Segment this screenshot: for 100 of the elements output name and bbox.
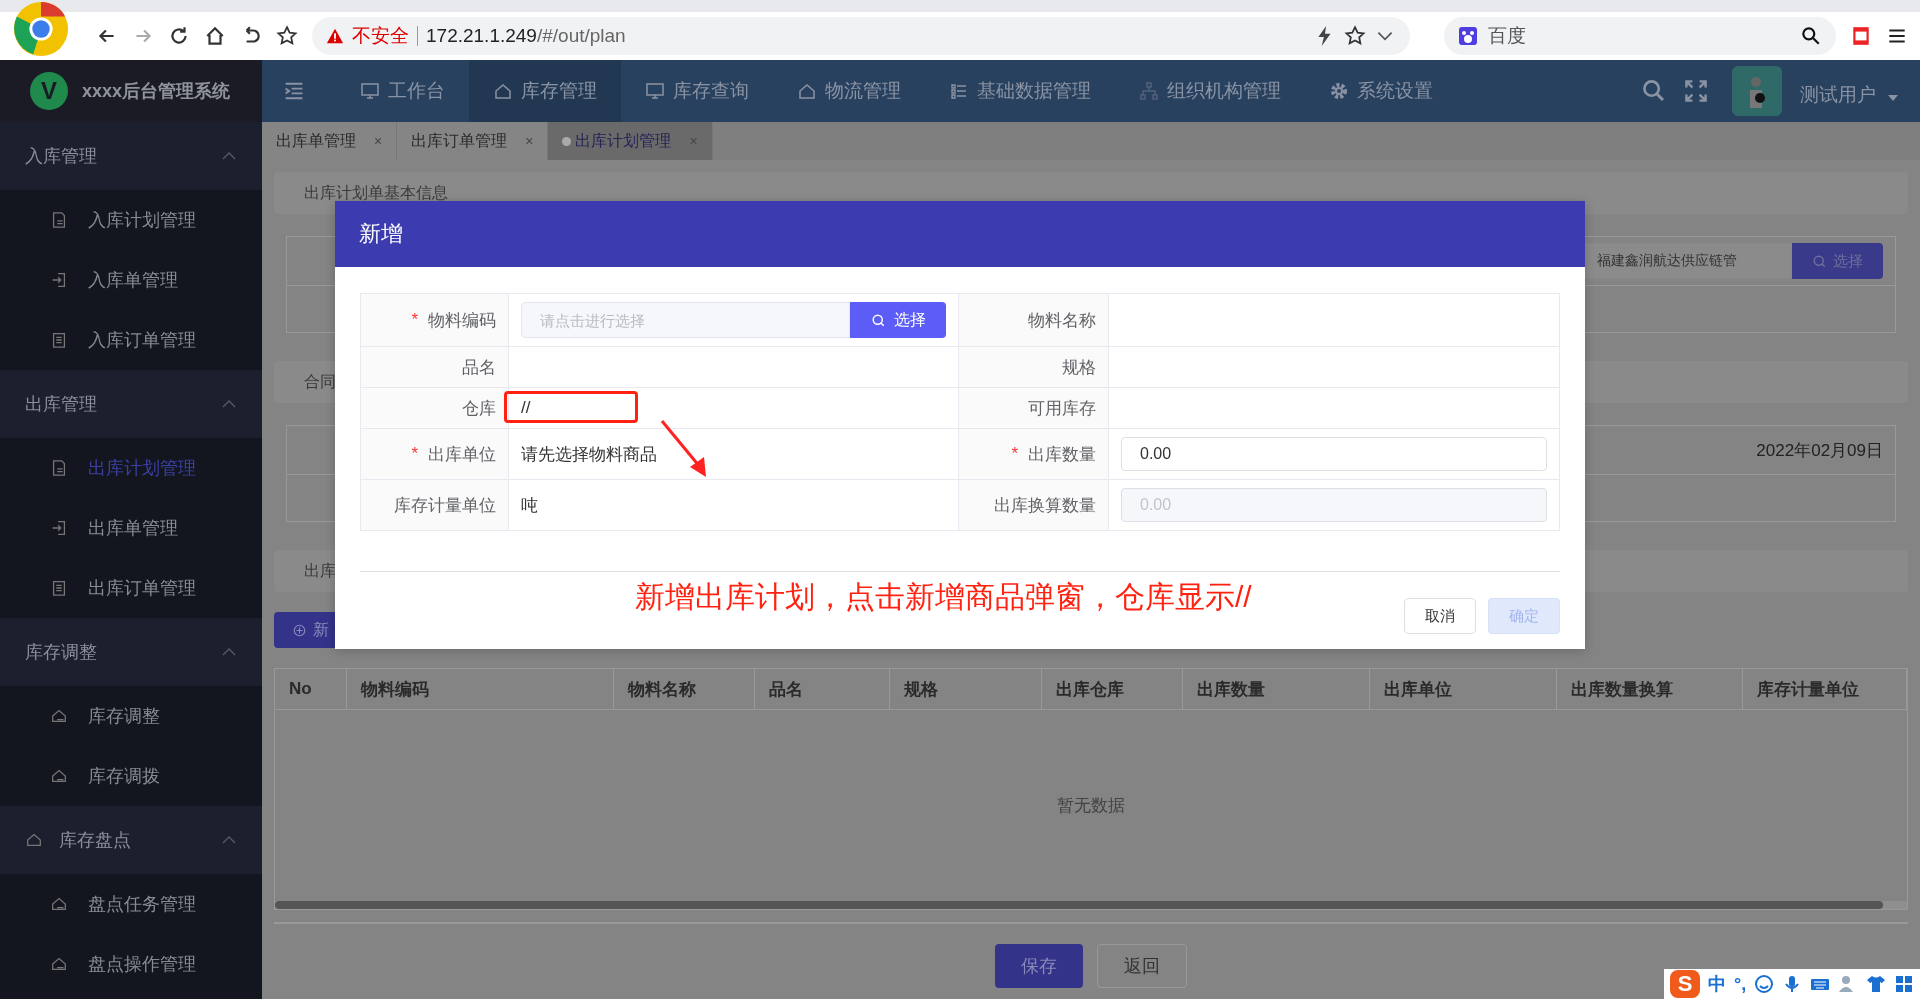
arrow-icon: [660, 420, 706, 477]
search-icon: [1812, 253, 1827, 269]
fullscreen-icon[interactable]: [1684, 79, 1708, 103]
house-icon: [797, 81, 817, 101]
user-name[interactable]: 测试用户: [1800, 82, 1876, 108]
ime-logo[interactable]: S: [1670, 970, 1700, 998]
sidebar-item[interactable]: 入库订单管理: [0, 310, 262, 370]
monitor-icon: [360, 81, 380, 101]
house-icon: [493, 81, 513, 101]
nav-item[interactable]: 工作台: [336, 60, 469, 122]
chevron-up-icon: [222, 400, 236, 408]
scrollbar[interactable]: [275, 901, 1883, 909]
required-mark: *: [1011, 444, 1018, 464]
section-title: 出库计划单基本信息: [304, 182, 448, 203]
settings-icon: [1329, 81, 1349, 101]
field-label: 物料编码: [428, 309, 496, 332]
smiley-icon[interactable]: [1754, 974, 1775, 994]
close-icon[interactable]: ×: [374, 133, 383, 149]
search-field[interactable]: 百度: [1486, 24, 1792, 48]
cancel-button[interactable]: 取消: [1404, 598, 1476, 634]
sidebar-item[interactable]: 盘点操作管理: [0, 934, 262, 994]
column-header: 品名: [754, 669, 891, 709]
section-title: 合同: [304, 371, 336, 392]
search-bar[interactable]: 百度: [1444, 17, 1836, 55]
house-icon: [50, 895, 68, 913]
field-label: 规格: [1062, 356, 1096, 379]
hierarchy-icon: [1139, 81, 1159, 101]
sidebar-item[interactable]: 库存调整: [0, 686, 262, 746]
sidebar-item[interactable]: 出库计划管理: [0, 438, 262, 498]
chevron-up-icon: [222, 152, 236, 160]
field-label: 库存计量单位: [394, 494, 496, 517]
empty-text: 暂无数据: [1057, 795, 1125, 817]
sidebar-group[interactable]: 库存盘点: [0, 806, 262, 874]
dialog-title: 新增: [359, 220, 403, 248]
nav-item[interactable]: 库存管理: [469, 60, 621, 122]
column-header: 出库数量: [1183, 669, 1370, 709]
search-icon[interactable]: [1800, 25, 1822, 47]
nav-item[interactable]: 物流管理: [773, 60, 925, 122]
required-mark: *: [411, 444, 418, 464]
nav-item[interactable]: 系统设置: [1305, 60, 1457, 122]
sidebar-item[interactable]: 出库订单管理: [0, 558, 262, 618]
star-icon[interactable]: [276, 25, 298, 47]
app-title: xxxx后台管理系统: [82, 80, 231, 103]
section-title: 出库: [304, 560, 336, 581]
nav-item[interactable]: 库存查询: [621, 60, 773, 122]
field-label: 可用库存: [1028, 397, 1096, 420]
required-mark: *: [411, 310, 418, 330]
field-value: 请先选择物料商品: [521, 443, 657, 466]
reload-icon[interactable]: [168, 25, 190, 47]
address-bar[interactable]: 不安全 172.21.1.249/#/out/plan: [312, 17, 1410, 55]
sidebar-item[interactable]: 出库单管理: [0, 498, 262, 558]
input-mode[interactable]: 中: [1708, 972, 1726, 996]
material-code-field[interactable]: 请点击进行选择: [521, 302, 850, 338]
supplier-field[interactable]: 福建鑫润航达供应链管: [1582, 243, 1792, 279]
page-tab[interactable]: 出库单管理 ×: [262, 122, 398, 160]
url-text: 172.21.1.249/#/out/plan: [426, 25, 626, 47]
column-header: 出库单位: [1369, 669, 1557, 709]
avatar[interactable]: [1732, 66, 1782, 116]
back-button[interactable]: 返回: [1097, 944, 1187, 988]
annotation-text: 新增出库计划，点击新增商品弹窗，仓库显示//: [635, 579, 1252, 615]
star-icon[interactable]: [1344, 25, 1366, 47]
field-label: 出库单位: [428, 443, 496, 466]
field-label: 出库换算数量: [994, 494, 1096, 517]
house-icon: [25, 831, 43, 849]
sidebar-item[interactable]: 入库单管理: [0, 250, 262, 310]
sidebar-group[interactable]: 库存调整: [0, 618, 262, 686]
warning-icon: [326, 27, 344, 45]
shirt-icon[interactable]: [1866, 974, 1887, 994]
punctuation-mode[interactable]: °,: [1734, 973, 1747, 995]
nav-item[interactable]: 基础数据管理: [925, 60, 1115, 122]
enter-icon: [50, 271, 68, 289]
column-header: 库存计量单位: [1743, 669, 1907, 709]
close-icon[interactable]: ×: [525, 133, 534, 149]
house-icon: [50, 767, 68, 785]
date-text: 2022年02月09日: [1756, 439, 1883, 462]
search-icon: [870, 312, 886, 328]
sidebar-group[interactable]: 出库管理: [0, 370, 262, 438]
quantity-field[interactable]: 0.00: [1121, 437, 1547, 471]
clipboard-icon: [50, 579, 68, 597]
column-header: 物料编码: [347, 669, 614, 709]
sidebar-item[interactable]: 库存调拨: [0, 746, 262, 806]
page-tab[interactable]: 出库计划管理 ×: [548, 122, 713, 160]
caret-icon[interactable]: [1888, 95, 1898, 101]
document-icon: [50, 211, 68, 229]
field-value: //: [521, 398, 531, 418]
nav-item[interactable]: 组织机构管理: [1115, 60, 1305, 122]
page-tab[interactable]: 出库订单管理 ×: [397, 122, 549, 160]
sidebar-item[interactable]: 入库计划管理: [0, 190, 262, 250]
select-button[interactable]: 选择: [850, 302, 946, 338]
column-header: 出库数量换算: [1556, 669, 1744, 709]
sidebar-group[interactable]: 入库管理: [0, 122, 262, 190]
save-button[interactable]: 保存: [995, 944, 1083, 988]
field-label: 品名: [462, 356, 496, 379]
grid-icon[interactable]: [1894, 974, 1915, 994]
dot-icon: [562, 136, 572, 146]
chevron-up-icon: [222, 648, 236, 656]
field-value: 吨: [521, 494, 538, 517]
sidebar-item[interactable]: 盘点任务管理: [0, 874, 262, 934]
home-icon[interactable]: [204, 25, 226, 47]
chevron-up-icon: [222, 836, 236, 844]
